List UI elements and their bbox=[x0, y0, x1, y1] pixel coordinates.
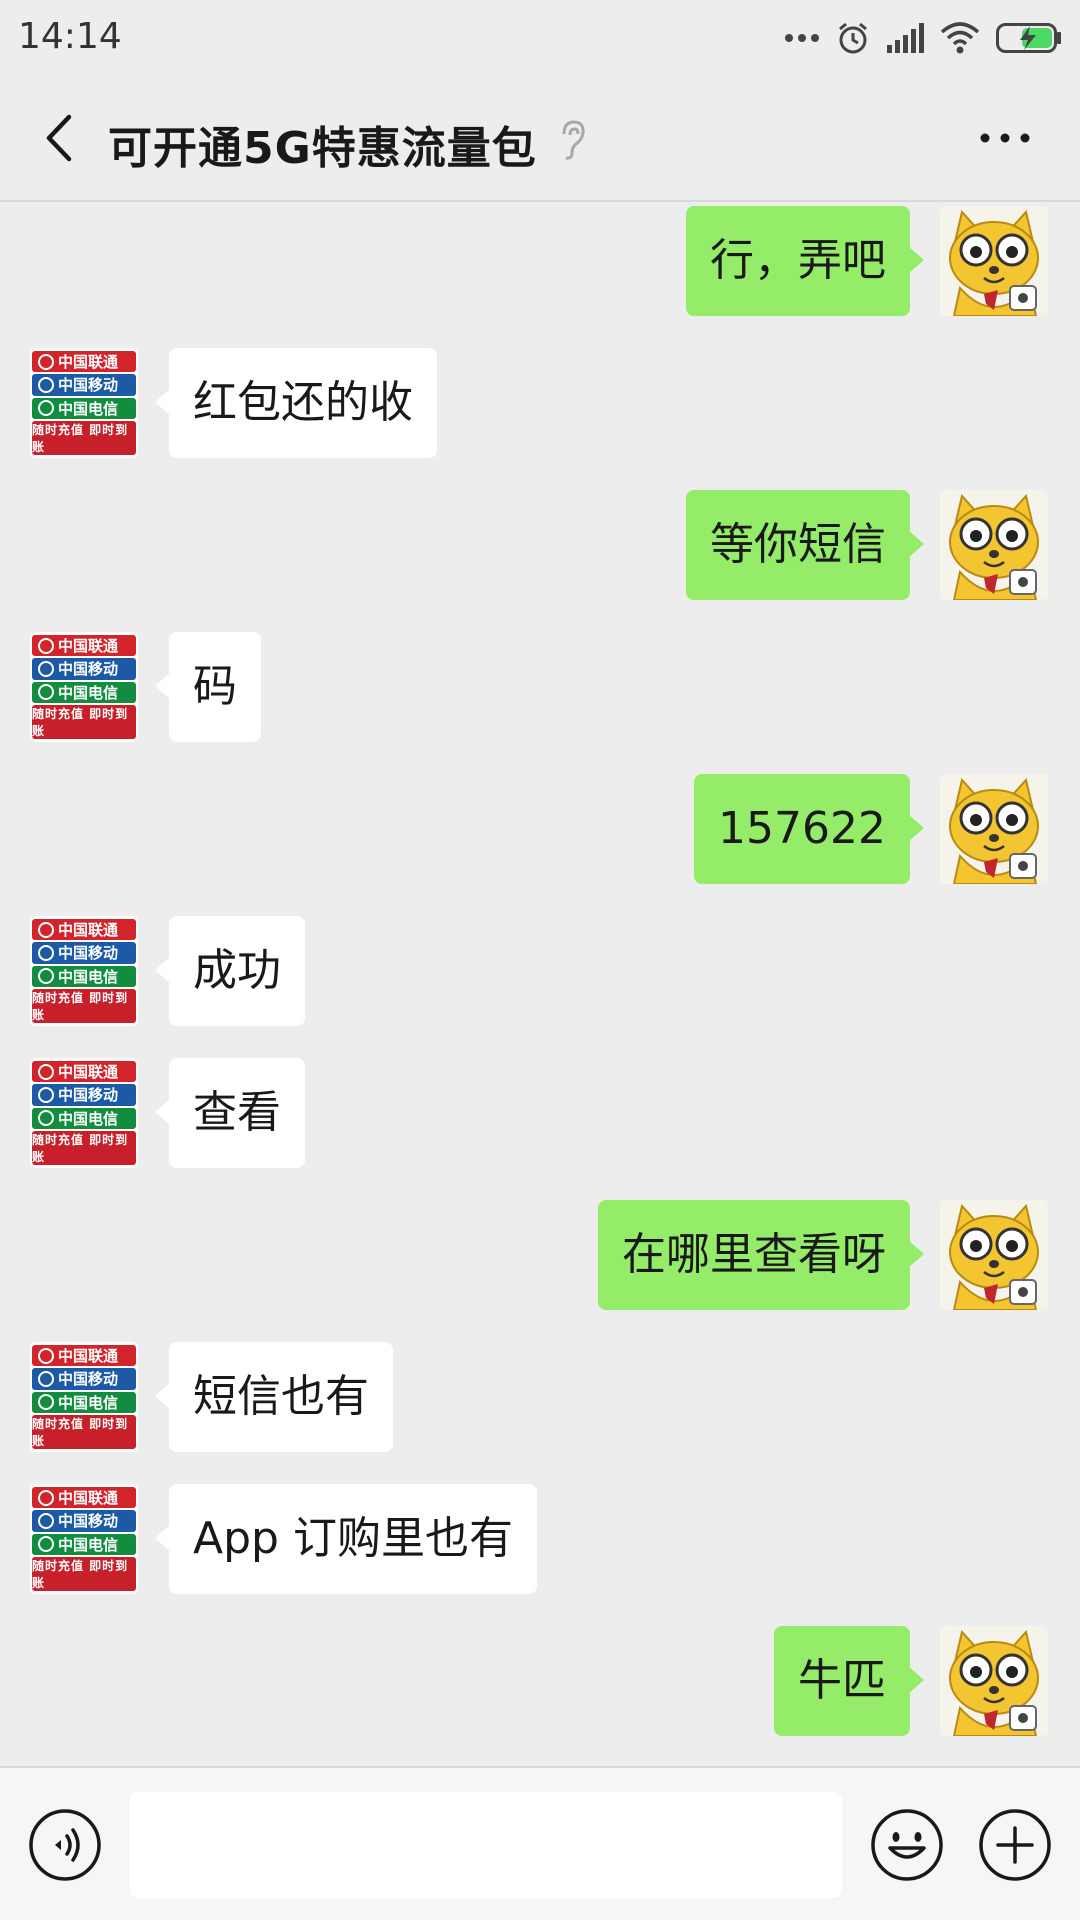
message-row: 等你短信 bbox=[0, 490, 1080, 600]
voice-icon bbox=[29, 1809, 101, 1881]
sent-message-bubble[interactable]: 行，弄吧 bbox=[686, 206, 924, 316]
alarm-icon bbox=[839, 22, 867, 54]
contact-avatar[interactable]: 中国联通 中国移动 中国电信 随时充值 即时到账 bbox=[30, 916, 138, 1026]
more-functions-button[interactable] bbox=[978, 1808, 1052, 1882]
contact-avatar[interactable]: 中国联通 中国移动 中国电信 随时充值 即时到账 bbox=[30, 1342, 138, 1452]
received-message-bubble[interactable]: 短信也有 bbox=[155, 1342, 393, 1452]
received-message-bubble[interactable]: App 订购里也有 bbox=[155, 1484, 537, 1594]
message-row: 中国联通 中国移动 中国电信 随时充值 即时到账 码 bbox=[0, 632, 1080, 742]
message-row: 157622 bbox=[0, 774, 1080, 884]
message-input[interactable] bbox=[130, 1792, 842, 1898]
my-avatar[interactable] bbox=[940, 206, 1048, 316]
received-message-bubble[interactable]: 成功 bbox=[155, 916, 305, 1026]
chevron-left-icon bbox=[46, 114, 72, 162]
sent-message-bubble[interactable]: 在哪里查看呀 bbox=[598, 1200, 924, 1310]
emoji-button[interactable] bbox=[870, 1808, 944, 1882]
wifi-icon bbox=[940, 22, 980, 54]
voice-button[interactable] bbox=[28, 1808, 102, 1882]
my-avatar[interactable] bbox=[940, 1626, 1048, 1736]
chat-header: 可开通5G特惠流量包 bbox=[0, 76, 1080, 202]
message-row: 中国联通 中国移动 中国电信 随时充值 即时到账 短信也有 bbox=[0, 1342, 1080, 1452]
more-button[interactable] bbox=[970, 106, 1040, 170]
message-row: 牛匹 bbox=[0, 1626, 1080, 1736]
received-message-bubble[interactable]: 码 bbox=[155, 632, 261, 742]
contact-avatar[interactable]: 中国联通 中国移动 中国电信 随时充值 即时到账 bbox=[30, 348, 138, 458]
signal-icon bbox=[887, 23, 924, 53]
chat-title: 可开通5G特惠流量包 bbox=[108, 123, 537, 174]
received-message-bubble[interactable]: 红包还的收 bbox=[155, 348, 437, 458]
battery-charging-icon bbox=[996, 23, 1061, 53]
status-time: 14:14 bbox=[18, 16, 122, 57]
ear-icon bbox=[562, 120, 585, 160]
my-avatar[interactable] bbox=[940, 490, 1048, 600]
received-message-bubble[interactable]: 查看 bbox=[155, 1058, 305, 1168]
sent-message-bubble[interactable]: 等你短信 bbox=[686, 490, 924, 600]
contact-avatar[interactable]: 中国联通 中国移动 中国电信 随时充值 即时到账 bbox=[30, 1484, 138, 1594]
message-row: 中国联通 中国移动 中国电信 随时充值 即时到账 红包还的收 bbox=[0, 348, 1080, 458]
more-horizontal-icon bbox=[980, 133, 1030, 143]
message-row: 中国联通 中国移动 中国电信 随时充值 即时到账 App 订购里也有 bbox=[0, 1484, 1080, 1594]
my-avatar[interactable] bbox=[940, 774, 1048, 884]
status-icons bbox=[784, 16, 1062, 60]
contact-avatar[interactable]: 中国联通 中国移动 中国电信 随时充值 即时到账 bbox=[30, 1058, 138, 1168]
back-button[interactable] bbox=[28, 106, 88, 170]
message-row: 在哪里查看呀 bbox=[0, 1200, 1080, 1310]
message-input-bar bbox=[0, 1766, 1080, 1920]
message-row: 中国联通 中国移动 中国电信 随时充值 即时到账 成功 bbox=[0, 916, 1080, 1026]
message-row: 行，弄吧 bbox=[0, 206, 1080, 316]
message-row: 中国联通 中国移动 中国电信 随时充值 即时到账 查看 bbox=[0, 1058, 1080, 1168]
sent-message-bubble[interactable]: 157622 bbox=[694, 774, 924, 884]
emoji-icon bbox=[871, 1809, 943, 1881]
my-avatar[interactable] bbox=[940, 1200, 1048, 1310]
sent-message-bubble[interactable]: 牛匹 bbox=[774, 1626, 924, 1736]
plus-circle-icon bbox=[979, 1809, 1051, 1881]
status-bar: 14:14 bbox=[0, 0, 1080, 76]
more-dots-icon bbox=[785, 34, 819, 42]
contact-avatar[interactable]: 中国联通 中国移动 中国电信 随时充值 即时到账 bbox=[30, 632, 138, 742]
